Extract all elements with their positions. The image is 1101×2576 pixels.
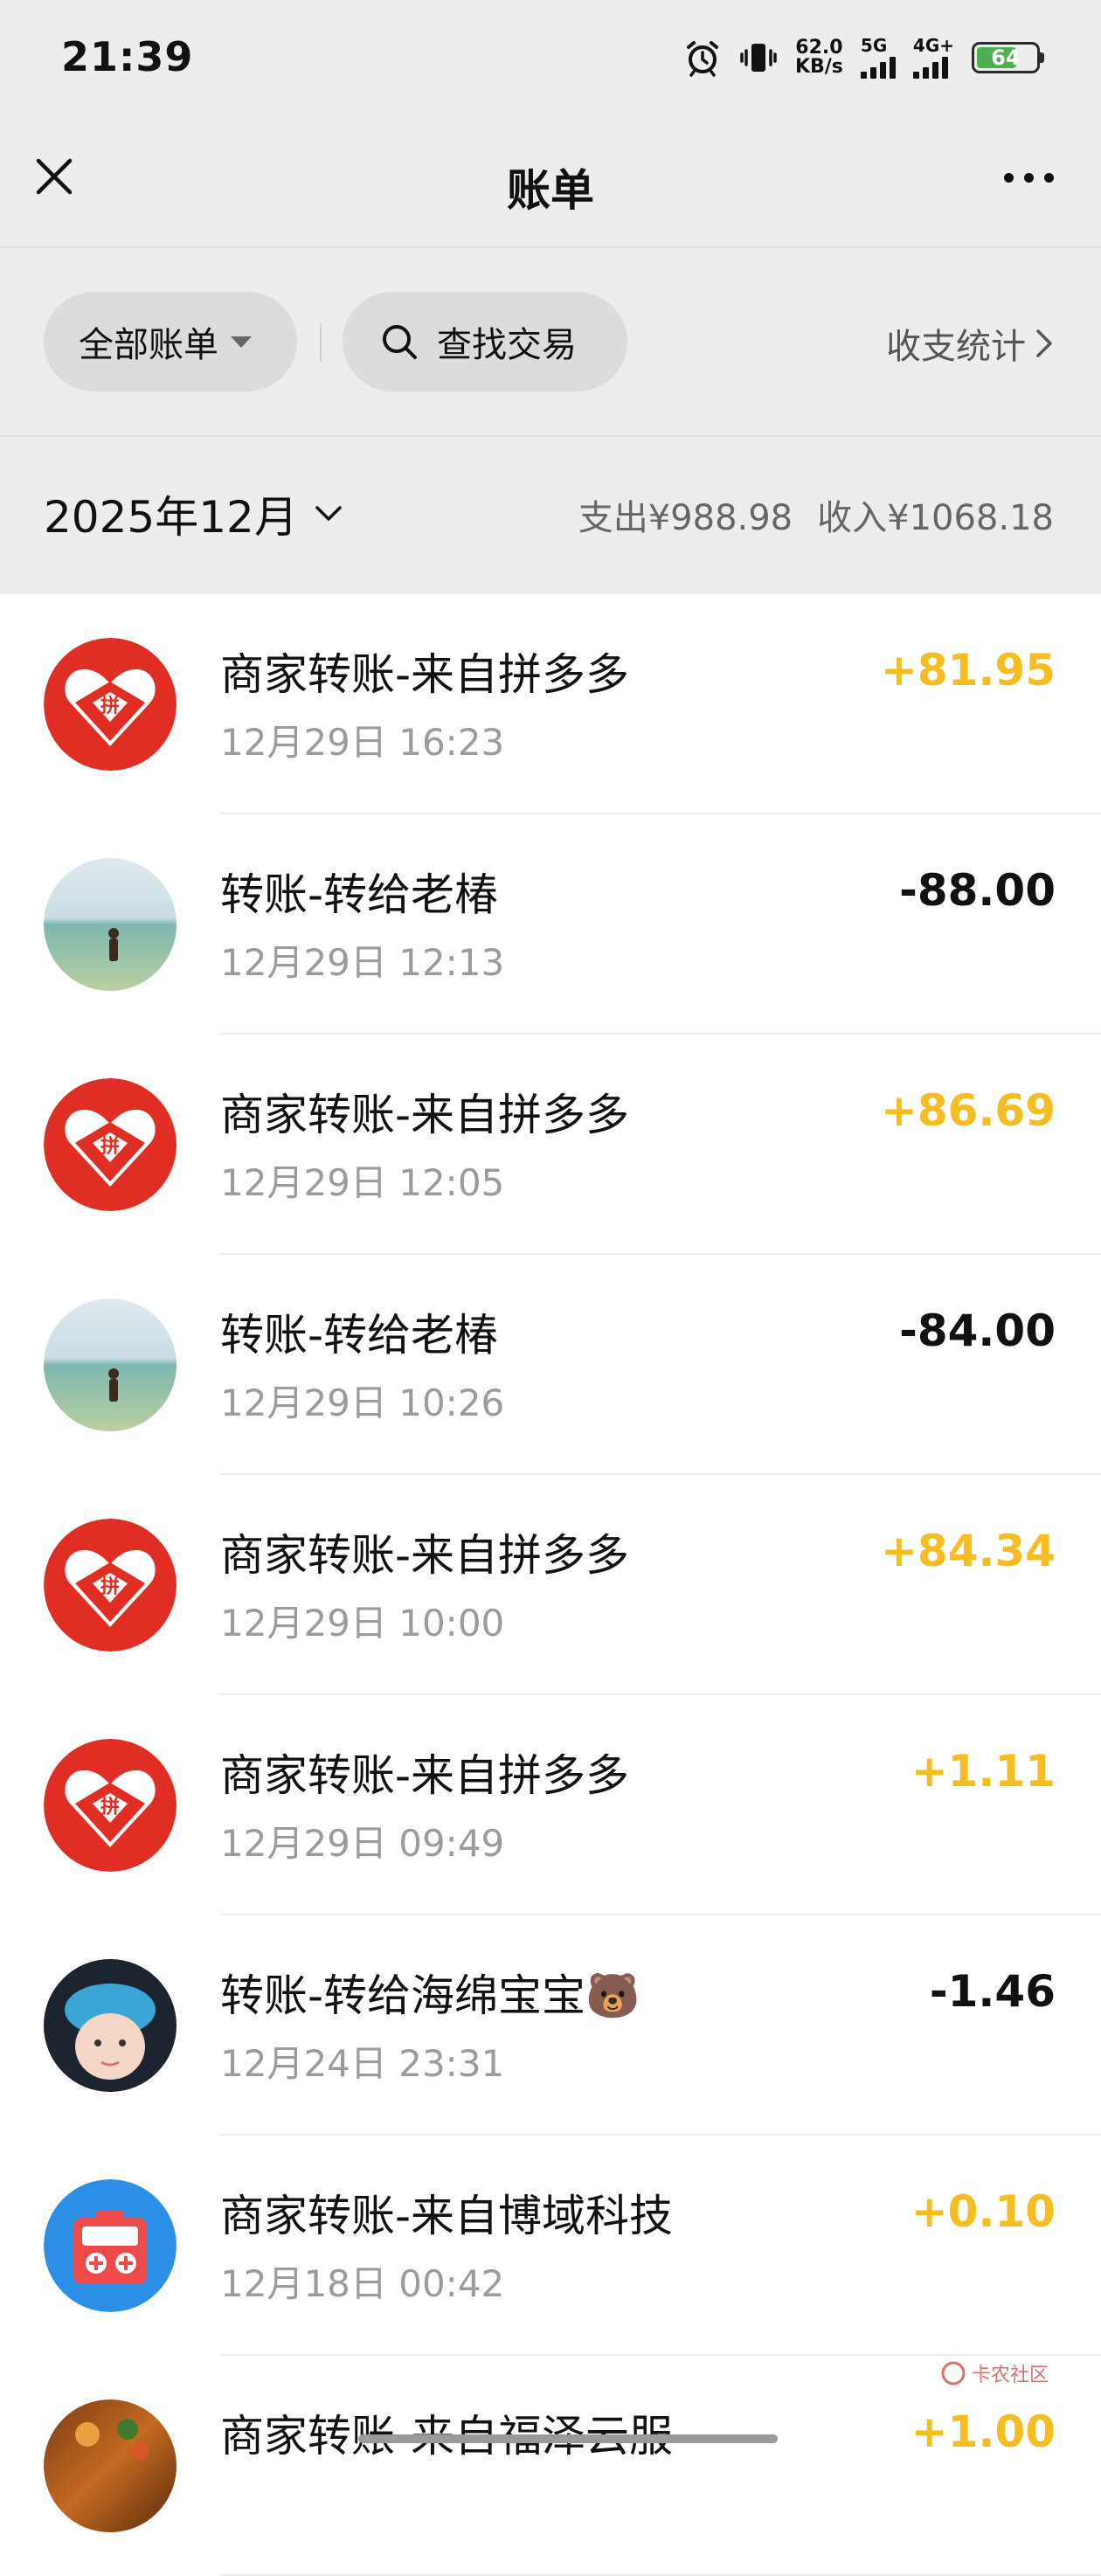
pinduoduo-logo-icon: 拼 [44,638,177,771]
transaction-amount: +1.00 [911,2406,1056,2457]
header-area: 21:39 62.0 KB/s 5G 4G+ 64 账单 全部账单 查找交易 收… [0,0,1101,594]
filter-row: 全部账单 查找交易 收支统计 [0,292,1101,391]
watermark: 卡农社区 [940,2359,1049,2387]
svg-text:拼: 拼 [100,695,120,717]
month-selector[interactable]: 2025年12月 [44,482,343,545]
transaction-row[interactable]: 转账-转给海绵宝宝🐻 12月24日 23:31 -1.46 [0,1915,1101,2136]
page-title: 账单 [507,165,594,216]
sim1-label: 5G [860,35,888,56]
transaction-row[interactable]: 商家转账-来自福泽云服 +1.00 [0,2356,1101,2576]
transaction-row[interactable]: 拼 商家转账-来自拼多多 12月29日 09:49 +1.11 [0,1695,1101,1915]
status-time: 21:39 [61,33,194,80]
divider [320,323,322,362]
transaction-list: 拼 商家转账-来自拼多多 12月29日 16:23 +81.95 转账-转给老椿… [0,594,1101,2576]
search-icon [383,325,417,359]
transaction-title: 商家转账-来自博域科技 [220,2191,674,2241]
transaction-time: 12月29日 16:23 [220,721,505,764]
month-row: 2025年12月 支出¥988.98 收入¥1068.18 [0,437,1101,594]
transaction-amount: +1.11 [911,1746,1056,1797]
transaction-title: 商家转账-来自拼多多 [220,1530,630,1581]
battery-icon: 64 [972,42,1044,73]
month-summary: 支出¥988.98 收入¥1068.18 [578,489,1054,540]
sim2-label: 4G+ [912,35,954,56]
stats-label: 收支统计 [886,327,1026,367]
transaction-time: 12月18日 00:42 [220,2262,505,2305]
transaction-row[interactable]: 商家转账-来自博域科技 12月18日 00:42 +0.10 [0,2136,1101,2356]
transaction-time: 12月29日 12:13 [220,941,505,984]
svg-text:拼: 拼 [100,1135,120,1158]
transaction-row[interactable]: 转账-转给老椿 12月29日 12:13 -88.00 [0,814,1101,1035]
caret-down-icon [231,336,252,348]
vibrate-icon [740,44,777,72]
beach-photo-avatar [44,1298,177,1431]
transaction-title: 商家转账-来自拼多多 [220,1090,630,1140]
transaction-row[interactable]: 转账-转给老椿 12月29日 10:26 -84.00 [0,1255,1101,1475]
income-summary: 收入¥1068.18 [817,498,1054,538]
net-speed-unit: KB/s [794,56,843,78]
transaction-title: 商家转账-来自拼多多 [220,649,630,700]
transaction-time: 12月29日 10:26 [220,1381,505,1424]
month-label: 2025年12月 [44,492,298,543]
transaction-amount: +84.34 [880,1526,1056,1576]
alarm-icon [686,41,718,77]
svg-text:拼: 拼 [100,1575,120,1598]
status-icons: 62.0 KB/s 5G 4G+ 64 [683,31,1044,84]
all-bills-label: 全部账单 [79,325,218,365]
income-expense-stats-link[interactable]: 收支统计 [886,318,1054,369]
transaction-amount: -84.00 [899,1305,1056,1356]
transaction-amount: +86.69 [880,1085,1056,1136]
food-photo-avatar [44,2399,177,2532]
transaction-time: 12月24日 23:31 [220,2042,505,2085]
chevron-down-icon [315,506,342,521]
pinduoduo-logo-icon: 拼 [44,1519,177,1652]
search-label: 查找交易 [437,325,577,365]
transaction-title: 转账-转给老椿 [220,1310,499,1361]
beach-photo-avatar [44,858,177,991]
sim2-signal-bars-icon [912,56,948,79]
svg-text:拼: 拼 [100,1796,120,1818]
transaction-title: 转账-转给老椿 [220,869,499,920]
pinduoduo-logo-icon: 拼 [44,1078,177,1211]
transaction-time: 12月29日 09:49 [220,1822,505,1865]
transaction-amount: -1.46 [929,1966,1056,2017]
sim1-signal-bars-icon [860,56,896,79]
transaction-time: 12月29日 12:05 [220,1161,505,1204]
transaction-amount: -88.00 [899,865,1056,916]
search-transactions-button[interactable]: 查找交易 [343,292,627,391]
game-console-logo-icon [44,2179,177,2312]
more-options-icon[interactable] [1004,173,1054,183]
transaction-row[interactable]: 拼 商家转账-来自拼多多 12月29日 16:23 +81.95 [0,594,1101,814]
status-bar: 21:39 62.0 KB/s 5G 4G+ 64 [0,0,1101,122]
pinduoduo-logo-icon: 拼 [44,1739,177,1872]
home-indicator[interactable] [358,2434,778,2443]
child-photo-avatar [44,1959,177,2092]
net-speed-value: 62.0 [795,37,843,59]
transaction-title: 转账-转给海绵宝宝🐻 [220,1970,641,2021]
transaction-row[interactable]: 拼 商家转账-来自拼多多 12月29日 10:00 +84.34 [0,1475,1101,1695]
transaction-title: 商家转账-来自福泽云服 [220,2401,673,2464]
all-bills-filter-button[interactable]: 全部账单 [44,292,297,391]
divider [0,246,1101,248]
watermark-text: 卡农社区 [971,2365,1049,2386]
net-speed: 62.0 KB/s [795,38,843,77]
transaction-time: 12月29日 10:00 [220,1602,505,1645]
transaction-title: 商家转账-来自拼多多 [220,1750,630,1801]
transaction-row[interactable]: 拼 商家转账-来自拼多多 12月29日 12:05 +86.69 [0,1035,1101,1255]
title-bar: 账单 [0,122,1101,245]
battery-level: 64 [991,45,1021,70]
transaction-amount: +0.10 [911,2186,1056,2237]
sim1-signal: 5G [860,35,896,79]
watermark-logo-icon [941,2361,966,2386]
transaction-amount: +81.95 [880,645,1056,696]
expense-summary: 支出¥988.98 [578,498,793,538]
chevron-right-icon [1036,329,1052,357]
sim2-signal: 4G+ [912,35,954,79]
